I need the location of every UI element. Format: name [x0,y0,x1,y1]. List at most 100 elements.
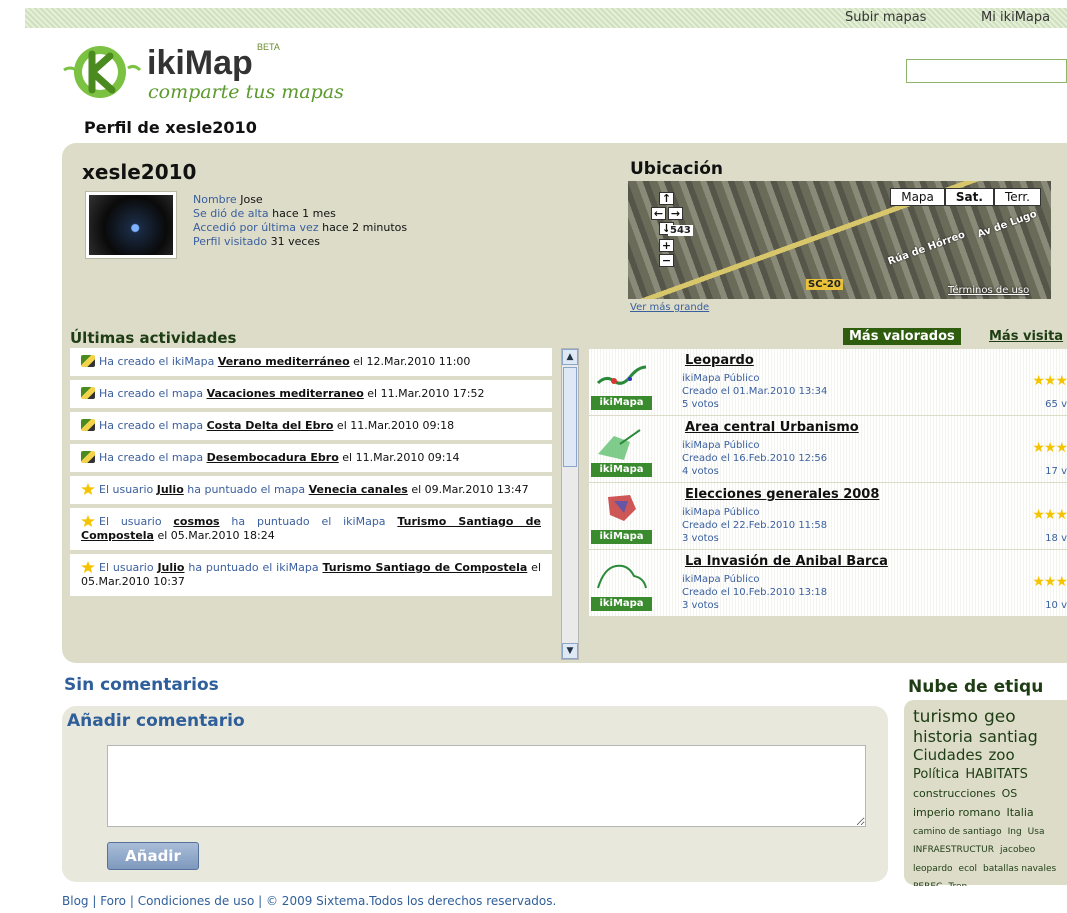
activity-user-link[interactable]: Julio [157,483,184,496]
activity-user-link[interactable]: cosmos [173,515,219,528]
tag-link[interactable]: jacobeo [1000,845,1035,855]
logo-wordmark: ikiMap [147,44,253,82]
list-item: Ha creado el mapa Costa Delta del Ebro e… [70,412,552,440]
tag-link[interactable]: Ciudades [913,746,982,764]
location-title: Ubicación [630,159,724,179]
rating-stars-icon: ★★★ [1032,574,1067,590]
name-label: Nombre [193,193,237,206]
star-icon [81,561,95,573]
map-date: Creado el 10.Feb.2010 13:18 [682,587,828,598]
tag-link[interactable]: santiag [979,727,1038,746]
activity-map-link[interactable]: Vacaciones mediterraneo [207,387,364,400]
beta-label: BETA [257,42,280,52]
add-comment-button[interactable]: Añadir [107,842,199,870]
tag-link[interactable]: Tren [948,882,967,886]
activity-map-link[interactable]: Turismo Santiago de Compostela [322,561,527,574]
no-comments-label: Sin comentarios [64,675,219,695]
list-item: ikiMapa La Invasión de Anibal Barca ikiM… [589,550,1067,616]
ikimapa-badge: ikiMapa [591,463,652,477]
map-view-count: 18 v [1045,533,1067,544]
latest-activities-title: Últimas actividades [70,329,237,347]
map-date: Creado el 22.Feb.2010 11:58 [682,520,828,531]
list-item: Ha creado el ikiMapa Verano mediterráneo… [70,348,552,376]
tag-cloud-title: Nube de etiqu [908,677,1044,697]
map-votes: 3 votos [682,533,719,544]
ikimap-logo[interactable]: ikiMap BETA comparte tus mapas [62,40,382,110]
tag-link[interactable]: Italia [1007,806,1034,820]
last-access-label: Accedió por última vez [193,221,319,234]
tag-link[interactable]: construcciones [913,788,996,801]
tag-link[interactable]: turismo [913,708,978,728]
my-ikimapa-link[interactable]: Mi ikiMapa [981,10,1050,25]
tag-link[interactable]: ecol [959,864,978,874]
activity-map-link[interactable]: Costa Delta del Ebro [207,419,334,432]
pan-left-icon[interactable]: ← [651,207,666,220]
map-title-link[interactable]: Elecciones generales 2008 [685,487,879,502]
scroll-up-icon[interactable]: ▲ [562,349,578,365]
location-map[interactable]: Mapa Sat. Terr. ↑ ← → ↓ + − Rúa de Hórreo… [628,181,1051,299]
footer-links[interactable]: Blog | Foro | Condiciones de uso | © 200… [62,894,556,908]
add-comment-title: Añadir comentario [67,711,245,731]
map-type-map-button[interactable]: Mapa [890,188,945,206]
pencil-icon [81,387,95,399]
tag-link[interactable]: Ing [1008,827,1022,837]
activity-user-link[interactable]: Julio [157,561,184,574]
list-item: ikiMapa Area central Urbanismo ikiMapa P… [589,416,1067,482]
tag-link[interactable]: leopardo [913,864,953,874]
tag-link[interactable]: geo [984,708,1016,728]
activity-map-link[interactable]: Venecia canales [309,483,408,496]
list-item: ikiMapa Elecciones generales 2008 ikiMap… [589,483,1067,549]
tag-link[interactable]: camino de santiago [913,827,1002,837]
tag-link[interactable]: OS [1002,788,1018,801]
tag-link[interactable]: PEREC [913,882,942,886]
upload-maps-link[interactable]: Subir mapas [845,10,926,25]
ikimapa-badge: ikiMapa [591,597,652,611]
search-input[interactable] [906,59,1067,83]
map-title-link[interactable]: Leopardo [685,353,754,368]
joined-value: hace 1 mes [272,207,336,220]
list-item: El usuario cosmos ha puntuado el ikiMapa… [70,508,552,550]
scroll-thumb[interactable] [563,367,577,467]
tag-link[interactable]: HABITATS [965,767,1027,783]
map-title-link[interactable]: La Invasión de Anibal Barca [685,554,888,569]
tag-link[interactable]: zoo [988,746,1014,764]
star-icon [81,515,95,527]
comment-textarea[interactable] [107,745,866,827]
map-thumbnail-icon[interactable] [594,558,650,598]
tag-link[interactable]: batallas navales [983,864,1056,874]
map-thumbnail-icon[interactable] [594,491,650,531]
tab-top-rated[interactable]: Más valorados [843,328,961,345]
list-item: ikiMapa Leopardo ikiMapa Público Creado … [589,349,1067,415]
pan-up-icon[interactable]: ↑ [659,192,674,205]
top-rated-maps-list: ikiMapa Leopardo ikiMapa Público Creado … [589,349,1067,654]
map-title-link[interactable]: Area central Urbanismo [685,420,859,435]
zoom-out-icon[interactable]: − [659,254,674,267]
tab-most-visited[interactable]: Más visita [989,329,1063,344]
map-thumbnail-icon[interactable] [594,357,650,397]
map-road-label: Rúa de Hórreo [886,229,967,268]
pencil-icon [81,419,95,431]
activity-map-link[interactable]: Desembocadura Ebro [207,451,339,464]
tag-cloud: turismo geo historia santiagCiudades zoo Polí… [913,708,1067,886]
pan-right-icon[interactable]: → [668,207,683,220]
view-larger-map-link[interactable]: Ver más grande [630,302,709,313]
map-date: Creado el 16.Feb.2010 12:56 [682,453,828,464]
map-thumbnail-icon[interactable] [594,424,650,464]
map-type-sat-button[interactable]: Sat. [944,188,994,206]
tag-link[interactable]: Política [913,767,959,783]
activity-map-link[interactable]: Verano mediterráneo [218,355,350,368]
name-value: Jose [240,193,263,206]
list-item: El usuario Julio ha puntuado el mapa Ven… [70,476,552,504]
tag-link[interactable]: Usa [1028,827,1045,837]
map-terms-link[interactable]: Términos de uso [948,285,1029,296]
ikimapa-badge: ikiMapa [591,530,652,544]
rating-stars-icon: ★★★ [1032,440,1067,456]
tag-link[interactable]: INFRAESTRUCTUR [913,845,994,855]
tag-link[interactable]: historia [913,727,973,746]
tag-link[interactable]: imperio romano [913,806,1001,820]
last-access-value: hace 2 minutos [322,221,408,234]
scroll-down-icon[interactable]: ▼ [562,643,578,659]
map-type-terrain-button[interactable]: Terr. [993,188,1041,206]
activities-scrollbar[interactable]: ▲ ▼ [561,348,579,660]
zoom-in-icon[interactable]: + [659,239,674,252]
